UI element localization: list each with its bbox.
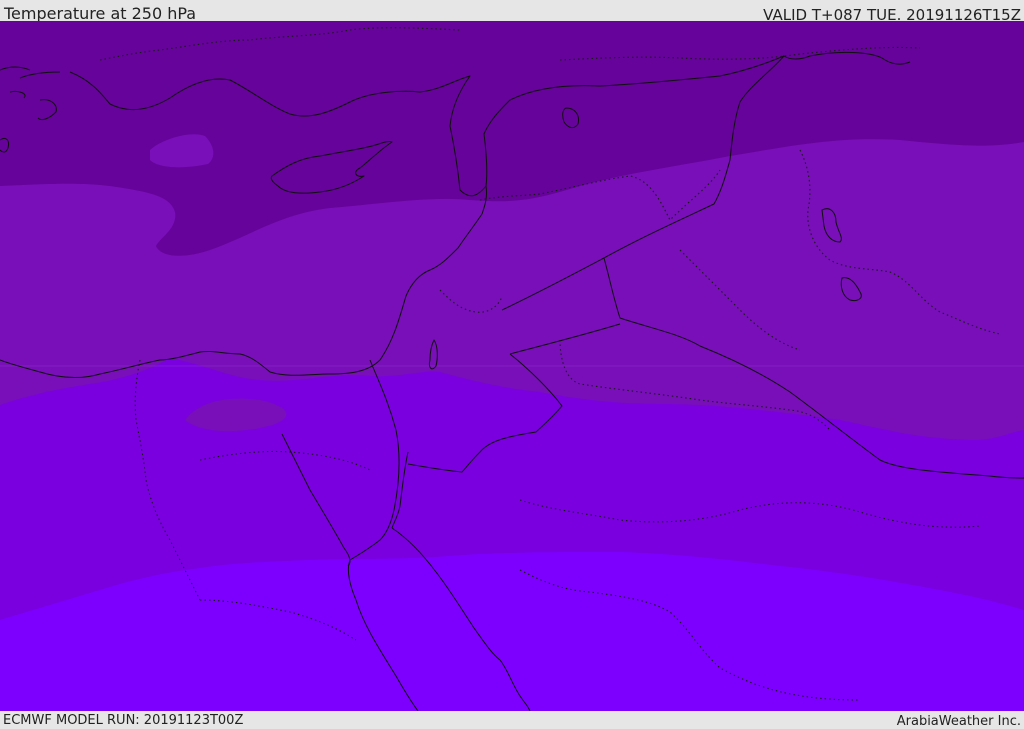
header-bar: Temperature at 250 hPa VALID T+087 TUE. … [0,0,1024,24]
credit-label: ArabiaWeather Inc. [896,714,1021,729]
footer-bar: ECMWF MODEL RUN: 20191123T00Z ArabiaWeat… [0,711,1024,729]
map-figure: Temperature at 250 hPa VALID T+087 TUE. … [0,0,1024,729]
temperature-map [0,21,1024,711]
map-canvas [0,21,1024,711]
model-run-label: ECMWF MODEL RUN: 20191123T00Z [3,713,244,728]
